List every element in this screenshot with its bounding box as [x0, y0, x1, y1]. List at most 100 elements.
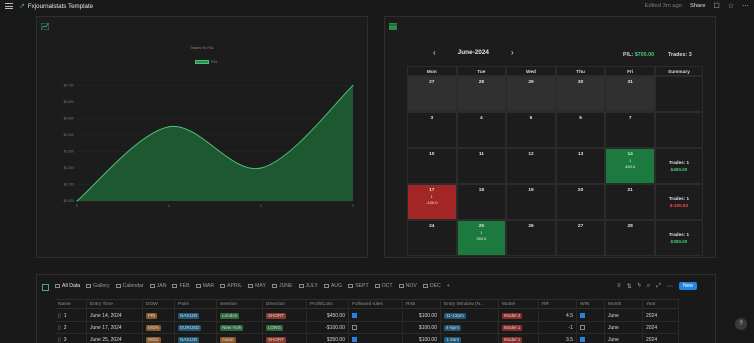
cell-pair[interactable]: NAS100	[175, 310, 217, 321]
view-tab[interactable]: SEPT	[348, 283, 369, 289]
view-tab[interactable]: Calendar	[115, 283, 144, 289]
calendar-day[interactable]: 27	[407, 76, 457, 112]
column-header[interactable]: Year	[643, 300, 679, 308]
checkbox[interactable]	[352, 325, 357, 330]
cell-rr[interactable]: 4.5	[539, 310, 577, 321]
cell-win[interactable]	[577, 310, 605, 321]
column-header[interactable]: Profit/Loss	[307, 300, 349, 308]
cell-rules[interactable]	[349, 322, 403, 333]
cell-year[interactable]: 2024	[643, 322, 679, 333]
cell-risk[interactable]: $100.00	[403, 310, 441, 321]
column-header[interactable]: DOW	[143, 300, 175, 308]
column-header[interactable]: Session	[217, 300, 263, 308]
help-button[interactable]: ?	[735, 318, 747, 330]
view-tab[interactable]: JULY	[298, 283, 318, 289]
column-header[interactable]: Entry Time	[87, 300, 143, 308]
comment-icon[interactable]: ☐	[713, 2, 719, 10]
column-header[interactable]: RR	[539, 300, 577, 308]
calendar-day[interactable]: 19	[506, 184, 556, 220]
menu-icon[interactable]	[5, 3, 13, 9]
view-tab[interactable]: JUNE	[271, 283, 293, 289]
cell-model[interactable]: Model 1	[499, 322, 539, 333]
cell-dow[interactable]: FRI	[143, 310, 175, 321]
table-row[interactable]: ▯ 1 June 14, 2024 FRI NAS100 London SHORT $450.…	[55, 310, 679, 322]
view-tab[interactable]: NOV	[398, 283, 417, 289]
calendar-day[interactable]: 4	[456, 112, 507, 148]
calendar-day[interactable]: 28	[605, 220, 655, 256]
cell-risk[interactable]: $100.00	[403, 334, 441, 343]
table-row[interactable]: ▯ 2 June 17, 2024 MON EURUSD New York LONG -$10…	[55, 322, 679, 334]
cell-pair[interactable]: EURUSD	[175, 322, 217, 333]
calendar-day[interactable]: 24	[407, 220, 457, 256]
cell-rules[interactable]	[349, 310, 403, 321]
column-header[interactable]: Risk	[403, 300, 441, 308]
cell-entry[interactable]: June 17, 2024	[87, 322, 143, 333]
column-header[interactable]: WIN	[577, 300, 605, 308]
column-header[interactable]: Direction	[263, 300, 307, 308]
calendar-day[interactable]: 25 1 350.0	[456, 220, 507, 256]
calendar-day[interactable]: 26	[506, 220, 556, 256]
cell-dir[interactable]: SHORT	[263, 334, 307, 343]
calendar-day[interactable]: 7	[605, 112, 655, 148]
cell-window[interactable]: 1-2am	[441, 334, 499, 343]
calendar-day[interactable]: 30	[555, 76, 606, 112]
cell-name[interactable]: ▯ 3	[55, 334, 87, 343]
cell-pl[interactable]: -$100.00	[307, 322, 349, 333]
sort-icon[interactable]: ⇅	[627, 283, 632, 290]
calendar-day[interactable]: 10	[407, 148, 457, 184]
checkbox[interactable]	[352, 313, 357, 318]
calendar-day[interactable]: 20	[555, 184, 606, 220]
cell-month[interactable]: June	[605, 334, 643, 343]
expand-icon[interactable]: ⤢	[656, 283, 661, 290]
calendar-day[interactable]: 3	[407, 112, 457, 148]
checkbox[interactable]	[580, 325, 585, 330]
cell-risk[interactable]: $100.00	[403, 322, 441, 333]
calendar-day[interactable]: 5	[506, 112, 556, 148]
prev-month-button[interactable]: ‹	[433, 48, 436, 57]
calendar-day[interactable]: 14 1 450.0	[605, 148, 655, 184]
cell-entry[interactable]: June 14, 2024	[87, 310, 143, 321]
view-tab[interactable]: APRIL	[220, 283, 242, 289]
calendar-day[interactable]: 6	[555, 112, 606, 148]
view-tab[interactable]: DEC	[422, 283, 441, 289]
column-header[interactable]: Entry Window (N...	[441, 300, 499, 308]
view-tab[interactable]: MAY	[248, 283, 266, 289]
cell-rr[interactable]: -1	[539, 322, 577, 333]
cell-win[interactable]	[577, 322, 605, 333]
cell-window[interactable]: 4-5pm	[441, 322, 499, 333]
cell-session[interactable]: New York	[217, 322, 263, 333]
more-icon[interactable]: ⋯	[742, 2, 749, 10]
cell-session[interactable]: Asian	[217, 334, 263, 343]
page-title[interactable]: Fxjournalstats Template	[28, 3, 93, 10]
cell-pl[interactable]: $350.00	[307, 334, 349, 343]
calendar-day[interactable]: 28	[456, 76, 507, 112]
view-tab[interactable]: All Data	[55, 283, 80, 289]
calendar-day[interactable]: 11	[456, 148, 507, 184]
table-row[interactable]: ▯ 3 June 25, 2024 WED NAS100 Asian SHORT $350.0…	[55, 334, 679, 343]
column-header[interactable]: Month	[605, 300, 643, 308]
calendar-day[interactable]: 13	[555, 148, 606, 184]
calendar-day[interactable]: 12	[506, 148, 556, 184]
cell-model[interactable]: Model 1	[499, 334, 539, 343]
column-header[interactable]: Model	[499, 300, 539, 308]
calendar-day[interactable]: 17 1 -100.0	[407, 184, 457, 220]
cell-window[interactable]: 11-12pm	[441, 310, 499, 321]
view-tab[interactable]: FEB	[172, 283, 190, 289]
cell-month[interactable]: June	[605, 322, 643, 333]
calendar-day[interactable]: 18	[456, 184, 507, 220]
column-header[interactable]: Pairs	[175, 300, 217, 308]
cell-year[interactable]: 2024	[643, 310, 679, 321]
view-tab[interactable]: MAR	[195, 283, 214, 289]
checkbox[interactable]	[580, 337, 585, 342]
calendar-day[interactable]: 29	[506, 76, 556, 112]
view-tab[interactable]: OCT	[374, 283, 393, 289]
next-month-button[interactable]: ›	[511, 48, 514, 57]
new-button[interactable]: New	[678, 282, 697, 290]
search-icon[interactable]: ⌕	[647, 283, 650, 290]
cell-month[interactable]: June	[605, 310, 643, 321]
view-tab[interactable]: AUG	[323, 283, 342, 289]
cell-session[interactable]: London	[217, 310, 263, 321]
cell-dir[interactable]: SHORT	[263, 310, 307, 321]
calendar-day[interactable]: 27	[555, 220, 606, 256]
cell-rr[interactable]: 3.5	[539, 334, 577, 343]
